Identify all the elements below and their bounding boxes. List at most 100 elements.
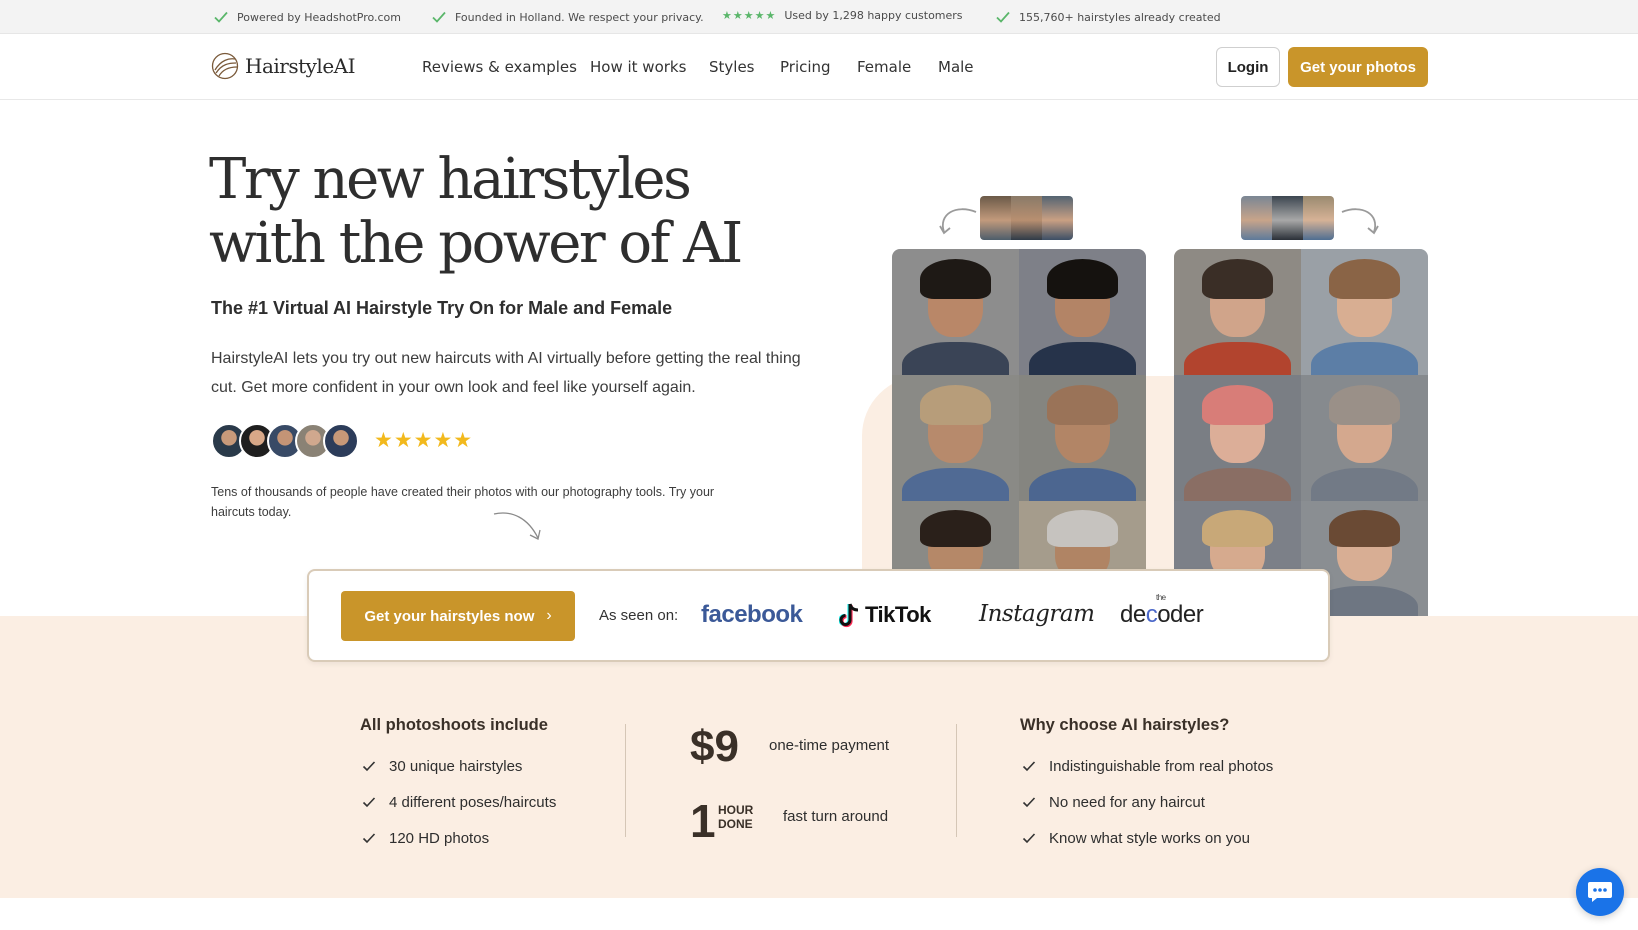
hairstyle-photo bbox=[892, 249, 1019, 375]
hero-title: Try new hairstyles with the power of AI bbox=[209, 148, 769, 276]
hero-subtitle: The #1 Virtual AI Hairstyle Try On for M… bbox=[211, 298, 673, 318]
hairstyle-photo bbox=[1174, 249, 1301, 375]
why-choose-list: Indistinguishable from real photos No ne… bbox=[1022, 748, 1273, 856]
thumbnail bbox=[1272, 196, 1303, 240]
logo-leaf-icon bbox=[211, 52, 239, 80]
turnaround-value: 1 bbox=[690, 795, 716, 847]
chat-icon bbox=[1588, 882, 1612, 902]
male-input-thumbnails bbox=[980, 196, 1073, 240]
thumbnail bbox=[1011, 196, 1042, 240]
as-seen-on-label: As seen on: bbox=[599, 607, 679, 624]
photoshoots-include-title: All photoshoots include bbox=[360, 716, 548, 734]
facebook-logo: facebook bbox=[701, 601, 803, 628]
list-item-label: 120 HD photos bbox=[389, 829, 490, 847]
check-icon bbox=[996, 11, 1010, 23]
social-proof-text: Tens of thousands of people have created… bbox=[211, 485, 715, 519]
check-icon bbox=[1022, 833, 1036, 844]
avatar bbox=[323, 423, 359, 459]
decoder-part: de bbox=[1120, 601, 1146, 628]
female-input-thumbnails bbox=[1241, 196, 1334, 240]
topbar-item-hairstyles-count: 155,760+ hairstyles already created bbox=[995, 9, 1221, 25]
hairstyle-photo bbox=[892, 375, 1019, 501]
topbar-item-customers: ★★★★★ Used by 1,298 happy customers bbox=[722, 9, 963, 22]
logo-link[interactable]: HairstyleAI bbox=[211, 52, 356, 80]
turnaround-unit-line: DONE bbox=[718, 817, 753, 831]
turnaround-unit-line: HOUR bbox=[718, 803, 754, 817]
list-item: 30 unique hairstyles bbox=[362, 748, 556, 784]
nav-how-it-works[interactable]: How it works bbox=[590, 58, 686, 76]
curved-arrow-icon bbox=[939, 208, 977, 235]
tiktok-icon bbox=[839, 603, 859, 628]
check-icon bbox=[214, 11, 228, 23]
decoder-highlight: c bbox=[1145, 601, 1158, 628]
list-item: No need for any haircut bbox=[1022, 784, 1273, 820]
list-item: 4 different poses/haircuts bbox=[362, 784, 556, 820]
cta-card: Get your hairstyles now › As seen on: fa… bbox=[307, 569, 1330, 662]
check-icon bbox=[1022, 797, 1036, 808]
topbar-item-powered: Powered by HeadshotPro.com bbox=[213, 9, 401, 25]
hero-title-line-2: with the power of AI bbox=[209, 211, 743, 276]
top-announcement-bar: Powered by HeadshotPro.com Founded in Ho… bbox=[0, 0, 1638, 34]
turnaround-description: fast turn around bbox=[783, 808, 889, 825]
list-item: Indistinguishable from real photos bbox=[1022, 748, 1273, 784]
get-hairstyles-label: Get your hairstyles now bbox=[364, 607, 535, 625]
nav-male[interactable]: Male bbox=[938, 58, 974, 76]
topbar-text: Used by 1,298 happy customers bbox=[784, 9, 963, 22]
curved-arrow-icon bbox=[1341, 208, 1379, 235]
thumbnail bbox=[1241, 196, 1272, 240]
topbar-text: Powered by HeadshotPro.com bbox=[237, 10, 402, 24]
topbar-item-founded: Founded in Holland. We respect your priv… bbox=[431, 9, 704, 25]
instagram-logo: Instagram bbox=[979, 601, 1095, 627]
male-hairstyle-collage bbox=[892, 249, 1146, 616]
nav-styles[interactable]: Styles bbox=[709, 58, 755, 76]
why-choose-title: Why choose AI hairstyles? bbox=[1020, 716, 1230, 734]
list-item-label: Know what style works on you bbox=[1049, 829, 1250, 847]
customer-avatars bbox=[211, 423, 359, 459]
check-icon bbox=[362, 761, 376, 772]
get-photos-button[interactable]: Get your photos bbox=[1288, 47, 1428, 87]
hairstyle-photo bbox=[1019, 249, 1146, 375]
list-item: Know what style works on you bbox=[1022, 820, 1273, 856]
site-header: HairstyleAI Reviews & examples How it wo… bbox=[0, 34, 1638, 100]
photoshoots-include-list: 30 unique hairstyles 4 different poses/h… bbox=[362, 748, 556, 856]
tiktok-wordmark: TikTok bbox=[865, 602, 931, 627]
nav-pricing[interactable]: Pricing bbox=[780, 58, 831, 76]
rating-stars-icon: ★★★★★ bbox=[722, 9, 777, 22]
nav-female[interactable]: Female bbox=[857, 58, 911, 76]
price-value: $9 bbox=[690, 722, 739, 771]
curved-arrow-icon bbox=[493, 512, 541, 540]
thumbnail bbox=[1303, 196, 1334, 240]
list-item-label: 4 different poses/haircuts bbox=[389, 793, 557, 811]
tiktok-logo: TikTok bbox=[839, 602, 931, 628]
hairstyle-photo bbox=[1174, 375, 1301, 501]
female-hairstyle-collage bbox=[1174, 249, 1428, 616]
nav-reviews[interactable]: Reviews & examples bbox=[422, 58, 577, 76]
decoder-the: the bbox=[1156, 593, 1166, 602]
divider bbox=[956, 724, 957, 837]
chat-widget-button[interactable] bbox=[1576, 868, 1624, 916]
list-item: 120 HD photos bbox=[362, 820, 556, 856]
hairstyle-photo bbox=[1301, 375, 1428, 501]
rating-stars-icon: ★★★★★ bbox=[374, 428, 474, 452]
check-icon bbox=[432, 11, 446, 23]
chevron-right-icon: › bbox=[546, 607, 552, 624]
topbar-text: 155,760+ hairstyles already created bbox=[1019, 10, 1221, 24]
list-item-label: No need for any haircut bbox=[1049, 793, 1205, 811]
hairstyle-photo bbox=[1019, 375, 1146, 501]
check-icon bbox=[1022, 761, 1036, 772]
the-decoder-logo: the decoder bbox=[1120, 593, 1204, 629]
list-item-label: 30 unique hairstyles bbox=[389, 757, 523, 775]
decoder-part: oder bbox=[1157, 601, 1204, 628]
divider bbox=[625, 724, 626, 837]
hairstyle-photo bbox=[1301, 249, 1428, 375]
list-item-label: Indistinguishable from real photos bbox=[1049, 757, 1274, 775]
logo-text: HairstyleAI bbox=[245, 54, 356, 78]
thumbnail bbox=[980, 196, 1011, 240]
thumbnail bbox=[1042, 196, 1073, 240]
hero-title-line-1: Try new hairstyles bbox=[209, 147, 692, 212]
topbar-text: Founded in Holland. We respect your priv… bbox=[455, 10, 704, 24]
login-button[interactable]: Login bbox=[1216, 47, 1280, 87]
get-hairstyles-button[interactable]: Get your hairstyles now › bbox=[341, 591, 575, 641]
check-icon bbox=[362, 833, 376, 844]
check-icon bbox=[362, 797, 376, 808]
